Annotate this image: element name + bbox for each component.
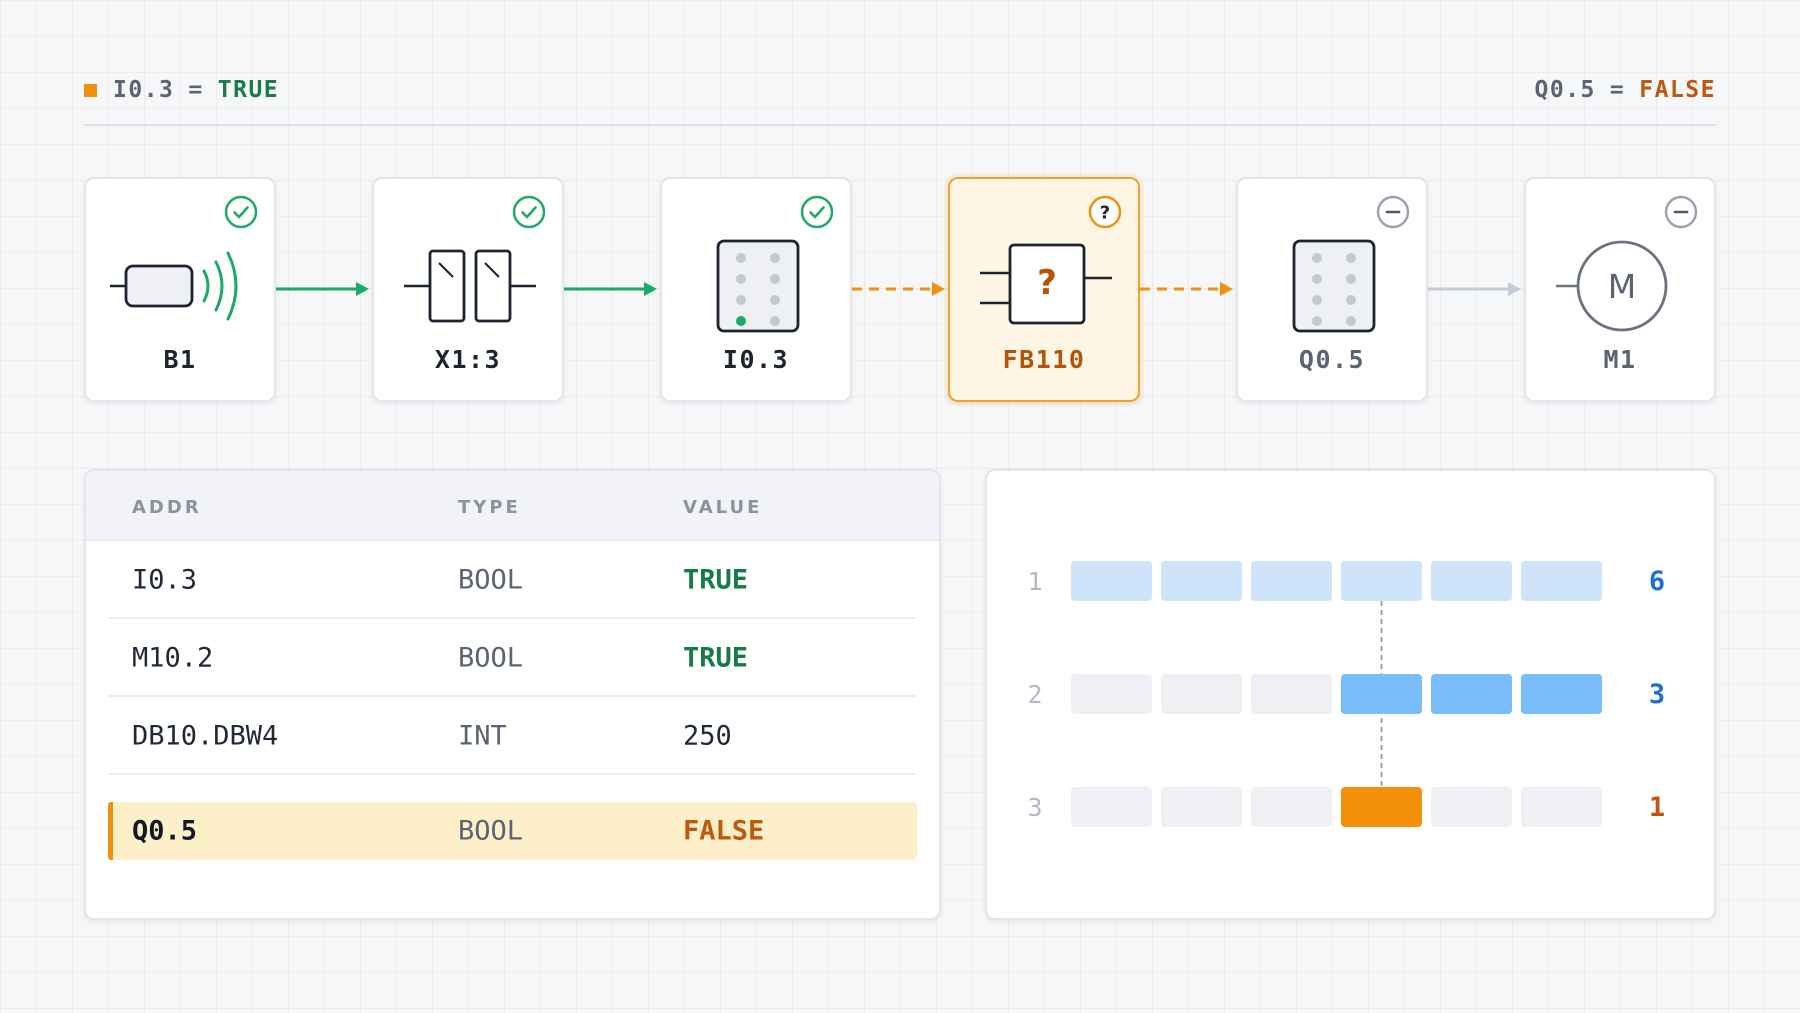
highlight-bar (108, 802, 113, 860)
scan-slot-active (1431, 561, 1512, 601)
table-row-highlighted[interactable]: Q0.5 BOOL FALSE (108, 802, 917, 860)
scan-slot-active (1341, 561, 1422, 601)
link-i0-3-to-fb110 (852, 282, 945, 296)
function-block-icon: ? (980, 243, 1112, 325)
scan-slot (1161, 674, 1242, 714)
status-right: Q0.5 = FALSE (1535, 74, 1717, 106)
cell-value: TRUE (683, 564, 749, 596)
cell-type: INT (458, 720, 507, 752)
function-block-symbol: ? (1037, 263, 1057, 303)
link-x1-3-to-i0-3 (564, 282, 657, 296)
check-badge-icon (512, 195, 546, 229)
cell-addr: DB10.DBW4 (132, 720, 279, 752)
scan-slot (1071, 787, 1152, 827)
cell-type: BOOL (458, 815, 524, 847)
cell-type: BOOL (458, 564, 524, 596)
scan-slot (1251, 787, 1332, 827)
status-left-operator: = (188, 77, 204, 103)
scan-row-label: 2 (1027, 680, 1042, 709)
node-fb110[interactable]: ? ? FB110 (948, 177, 1140, 402)
minus-badge-icon (1376, 195, 1410, 229)
cell-addr: I0.3 (132, 564, 198, 596)
table-row[interactable]: M10.2 BOOL TRUE (108, 619, 917, 697)
status-marker (84, 83, 97, 97)
output-module-icon (1292, 239, 1376, 333)
minus-badge-icon (1664, 195, 1698, 229)
cell-addr: M10.2 (132, 642, 214, 674)
scan-slot (1521, 787, 1602, 827)
scan-row-label: 1 (1027, 567, 1042, 596)
node-i0-3[interactable]: I0.3 (660, 177, 852, 402)
proximity-sensor-icon (110, 251, 238, 321)
terminal-block-icon (404, 249, 536, 323)
node-label: I0.3 (722, 345, 790, 374)
table-header: ADDR TYPE VALUE (86, 471, 939, 541)
scan-slot-active (1431, 674, 1512, 714)
cell-value: TRUE (683, 642, 749, 674)
table-row[interactable]: I0.3 BOOL TRUE (108, 541, 917, 619)
status-left-value: TRUE (217, 77, 280, 103)
motor-letter: M (1608, 267, 1636, 306)
motor-icon: M (1556, 240, 1668, 332)
scan-slot-active (1341, 787, 1422, 827)
check-badge-icon (800, 195, 834, 229)
status-left-address: I0.3 (113, 77, 175, 103)
scan-row-count: 1 (1649, 792, 1665, 823)
node-label: B1 (163, 345, 197, 374)
cell-addr: Q0.5 (132, 815, 198, 847)
column-header-type: TYPE (458, 497, 521, 518)
scan-slot-active (1341, 674, 1422, 714)
scan-slot (1161, 787, 1242, 827)
scan-slot-active (1251, 561, 1332, 601)
variable-table: ADDR TYPE VALUE I0.3 BOOL TRUE M10.2 BOO… (84, 469, 941, 920)
input-module-icon (716, 239, 800, 333)
scan-row-count: 6 (1649, 566, 1665, 597)
node-q0-5[interactable]: Q0.5 (1236, 177, 1428, 402)
link-b1-to-x1-3 (276, 282, 369, 296)
check-badge-icon (224, 195, 258, 229)
scan-slot (1071, 674, 1152, 714)
svg-text:?: ? (1100, 203, 1110, 224)
cell-value: 250 (683, 720, 732, 752)
status-right-value: FALSE (1639, 77, 1716, 103)
row-divider (108, 773, 917, 775)
scan-slot (1251, 674, 1332, 714)
status-right-address: Q0.5 (1534, 77, 1596, 103)
column-header-value: VALUE (683, 497, 763, 518)
scan-slot (1431, 787, 1512, 827)
scan-slot-active (1161, 561, 1242, 601)
scan-slot-active (1521, 561, 1602, 601)
question-badge-icon: ? (1088, 195, 1122, 229)
table-row[interactable]: DB10.DBW4 INT 250 (108, 697, 917, 775)
node-label: FB110 (1002, 345, 1086, 374)
node-label: M1 (1603, 345, 1637, 374)
scan-row-count: 3 (1649, 679, 1665, 710)
scan-row-label: 3 (1027, 793, 1042, 822)
scan-slot-active (1521, 674, 1602, 714)
header-divider (84, 124, 1716, 126)
link-q0-5-to-m1 (1428, 282, 1521, 296)
scan-slot-active (1071, 561, 1152, 601)
node-label: X1:3 (434, 345, 502, 374)
cell-value: FALSE (683, 815, 765, 847)
link-fb110-to-q0-5 (1140, 282, 1233, 296)
cell-type: BOOL (458, 642, 524, 674)
status-right-operator: = (1609, 77, 1626, 103)
node-b1[interactable]: B1 (84, 177, 276, 402)
node-m1[interactable]: M M1 (1524, 177, 1716, 402)
scan-trace-panel: 1 6 2 3 3 1 (985, 469, 1716, 920)
status-left: I0.3 = TRUE (84, 74, 279, 106)
node-label: Q0.5 (1298, 345, 1366, 374)
node-x1-3[interactable]: X1:3 (372, 177, 564, 402)
column-header-addr: ADDR (132, 497, 202, 518)
scan-trace-grid: 1 6 2 3 3 1 (1027, 561, 1665, 827)
